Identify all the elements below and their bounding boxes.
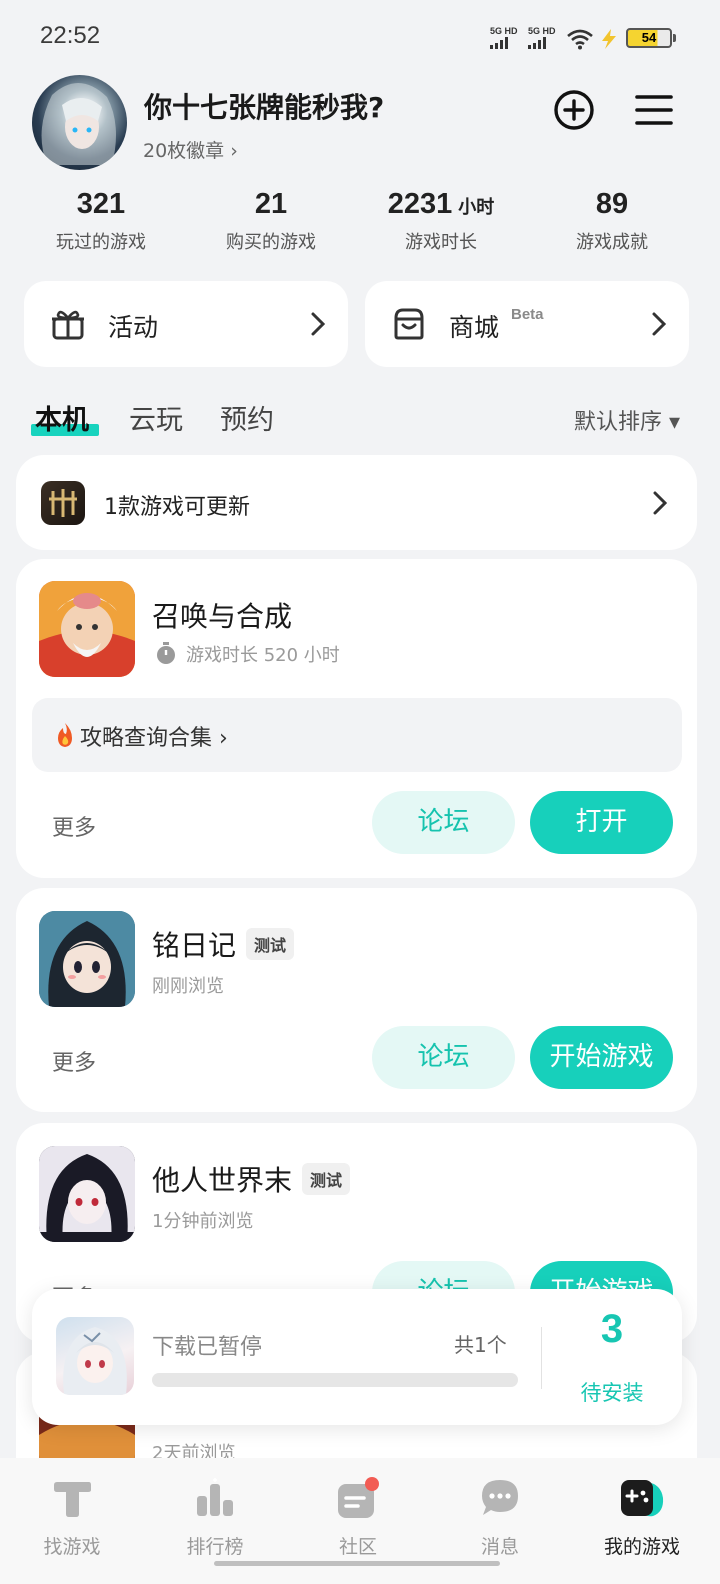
stat-label: 游戏成就 bbox=[576, 232, 648, 253]
game-icon[interactable] bbox=[39, 581, 135, 677]
nav-label: 消息 bbox=[480, 1536, 519, 1558]
gift-icon bbox=[52, 310, 84, 340]
nav-my-games[interactable]: 我的游戏 bbox=[570, 1458, 714, 1584]
stat-value: 2231 bbox=[387, 188, 453, 220]
download-game-icon bbox=[56, 1317, 134, 1395]
tab-cloud[interactable]: 云玩 bbox=[129, 398, 183, 437]
signal-icon: 5G HD bbox=[490, 26, 518, 49]
battery-icon: 54 bbox=[626, 28, 676, 48]
stat-playtime[interactable]: 2231 小时 游戏时长 bbox=[356, 188, 526, 254]
activity-label: 活动 bbox=[108, 313, 159, 342]
download-count: 共1个 bbox=[454, 1333, 507, 1357]
community-icon bbox=[338, 1477, 379, 1518]
update-banner[interactable]: 1款游戏可更新 bbox=[16, 455, 697, 550]
message-icon bbox=[482, 1480, 518, 1515]
nav-label: 社区 bbox=[338, 1536, 377, 1558]
stat-value: 21 bbox=[254, 188, 288, 220]
update-text: 1款游戏可更新 bbox=[104, 495, 250, 520]
game-last-viewed: 刚刚浏览 bbox=[152, 976, 224, 997]
download-status: 下载已暂停 bbox=[152, 1335, 263, 1360]
game-art-icon bbox=[63, 1327, 127, 1395]
game-art-icon bbox=[39, 581, 135, 677]
more-button[interactable]: 更多 bbox=[52, 810, 96, 842]
more-button[interactable]: 更多 bbox=[52, 1045, 96, 1077]
game-card[interactable]: 召唤与合成 游戏时长 520 小时 攻略查询合集 › 更多 论坛 打开 bbox=[16, 559, 697, 878]
signal-label: 5G HD bbox=[490, 26, 518, 36]
stat-value: 89 bbox=[595, 188, 629, 220]
strategy-label: 攻略查询合集 › bbox=[80, 726, 228, 751]
fire-icon bbox=[58, 723, 72, 747]
game-title: 召唤与合成 bbox=[152, 600, 293, 633]
status-time: 22:52 bbox=[40, 22, 101, 49]
game-card[interactable]: 铭日记 测试 刚刚浏览 更多 论坛 开始游戏 bbox=[16, 888, 697, 1112]
nav-find-games[interactable]: 找游戏 bbox=[0, 1458, 144, 1584]
pending-install-count[interactable]: 3 bbox=[572, 1307, 652, 1352]
game-icon bbox=[41, 481, 85, 525]
wifi-icon bbox=[567, 29, 593, 50]
stat-unit: 小时 bbox=[458, 197, 495, 217]
forum-button[interactable]: 论坛 bbox=[372, 1026, 515, 1089]
nav-label: 找游戏 bbox=[43, 1536, 101, 1558]
stat-value: 321 bbox=[76, 188, 126, 220]
download-panel[interactable]: 下载已暂停 共1个 3 待安装 bbox=[32, 1289, 682, 1425]
ranking-icon bbox=[197, 1478, 233, 1516]
game-playtime: 游戏时长 520 小时 bbox=[186, 645, 340, 666]
nav-label: 我的游戏 bbox=[603, 1536, 680, 1558]
sort-dropdown[interactable]: 默认排序 ▾ bbox=[574, 404, 680, 436]
home-indicator[interactable] bbox=[214, 1561, 500, 1566]
test-badge: 测试 bbox=[302, 1163, 351, 1195]
store-icon bbox=[394, 308, 424, 340]
pending-install-label[interactable]: 待安装 bbox=[567, 1377, 657, 1407]
tab-local[interactable]: 本机 bbox=[35, 398, 89, 437]
game-title-row: 铭日记 测试 bbox=[152, 924, 295, 964]
status-bar: 22:52 5G HD 5G HD 54 bbox=[0, 0, 720, 72]
open-button[interactable]: 打开 bbox=[530, 791, 673, 854]
game-title: 他人世界末 bbox=[152, 1164, 293, 1197]
stat-label: 游戏时长 bbox=[405, 232, 477, 253]
game-last-viewed: 1分钟前浏览 bbox=[152, 1211, 254, 1232]
store-card[interactable]: 商城 Beta bbox=[365, 281, 689, 367]
game-logo-icon bbox=[49, 489, 77, 517]
badges-link[interactable]: 20枚徽章 › bbox=[143, 136, 238, 163]
activity-card[interactable]: 活动 bbox=[24, 281, 348, 367]
start-game-button[interactable]: 开始游戏 bbox=[530, 1026, 673, 1089]
test-badge: 测试 bbox=[246, 928, 295, 960]
add-icon[interactable] bbox=[552, 88, 596, 132]
chevron-right-icon bbox=[652, 312, 667, 336]
avatar-image bbox=[41, 82, 116, 165]
forum-button[interactable]: 论坛 bbox=[372, 791, 515, 854]
beta-badge: Beta bbox=[511, 306, 544, 323]
timer-icon bbox=[157, 642, 175, 664]
menu-icon[interactable] bbox=[632, 88, 676, 132]
stat-label: 购买的游戏 bbox=[226, 232, 316, 253]
game-art-icon bbox=[39, 911, 135, 1007]
game-icon[interactable] bbox=[39, 1146, 135, 1242]
game-art-icon bbox=[39, 1146, 135, 1242]
gamepad-icon bbox=[621, 1480, 664, 1517]
stat-label: 玩过的游戏 bbox=[56, 232, 146, 253]
signal-label: 5G HD bbox=[528, 26, 556, 36]
find-games-icon bbox=[54, 1482, 91, 1517]
stat-achievements[interactable]: 89 游戏成就 bbox=[527, 188, 697, 254]
chevron-right-icon bbox=[311, 312, 326, 336]
tab-reserve[interactable]: 预约 bbox=[220, 398, 274, 437]
download-progress-bar bbox=[152, 1373, 518, 1387]
game-icon[interactable] bbox=[39, 911, 135, 1007]
chevron-right-icon bbox=[653, 491, 667, 515]
game-title: 铭日记 bbox=[152, 929, 237, 962]
store-label: 商城 bbox=[449, 313, 500, 342]
divider bbox=[541, 1327, 542, 1389]
game-title-row: 他人世界末 测试 bbox=[152, 1159, 351, 1199]
stat-purchased-games[interactable]: 21 购买的游戏 bbox=[186, 188, 356, 254]
avatar[interactable] bbox=[32, 75, 127, 170]
username[interactable]: 你十七张牌能秒我? bbox=[144, 86, 384, 126]
stat-played-games[interactable]: 321 玩过的游戏 bbox=[16, 188, 186, 254]
nav-label: 排行榜 bbox=[186, 1536, 244, 1558]
signal-icon: 5G HD bbox=[528, 26, 556, 49]
charging-icon bbox=[602, 29, 616, 49]
strategy-link[interactable]: 攻略查询合集 › bbox=[32, 698, 682, 772]
